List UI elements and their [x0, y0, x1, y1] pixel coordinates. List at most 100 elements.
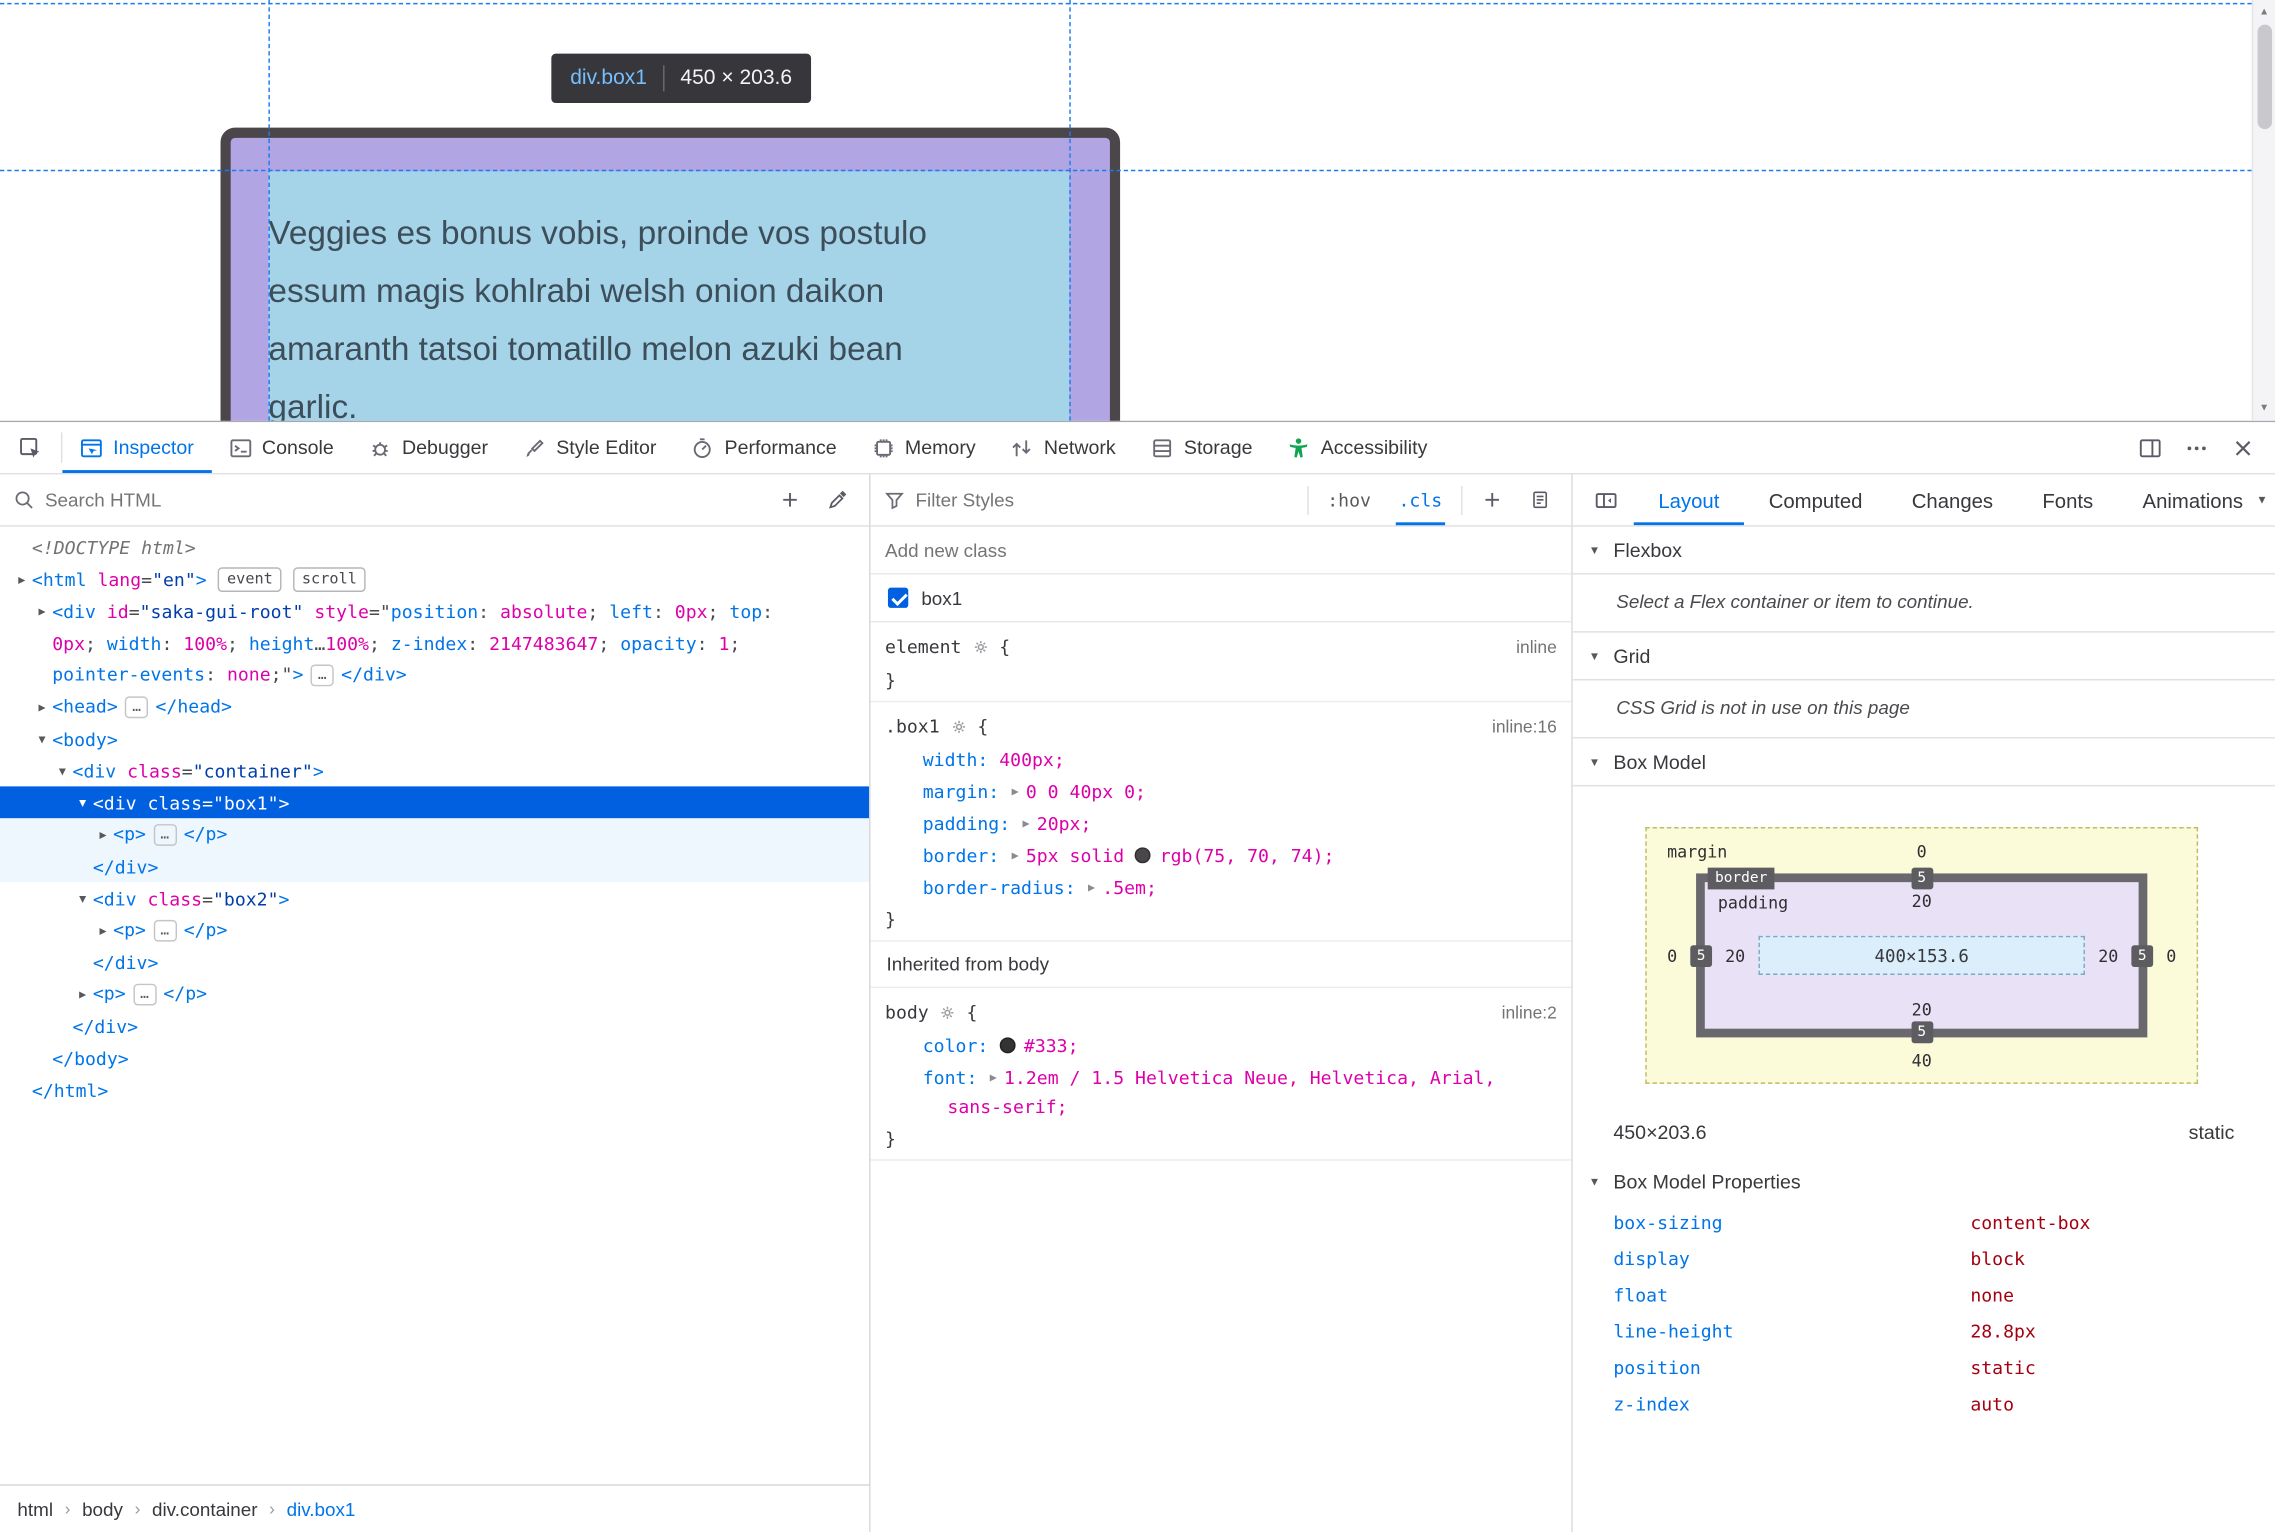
tab-debugger[interactable]: Debugger [351, 422, 505, 473]
markup-row[interactable]: </div> [0, 850, 870, 883]
color-swatch[interactable] [1135, 847, 1152, 864]
border-bottom-value[interactable]: 5 [1910, 1021, 1933, 1044]
sidebar-tab-layout[interactable]: Layout [1633, 474, 1745, 526]
meatball-menu-button[interactable] [2176, 427, 2217, 468]
markup-row[interactable]: ▶ <p>… </p> [0, 914, 869, 946]
tab-storage[interactable]: Storage [1133, 422, 1270, 473]
flexbox-section-header[interactable]: ▼ Flexbox [1572, 527, 2275, 575]
twisty-icon[interactable]: ▼ [52, 764, 72, 777]
search-html-input[interactable] [44, 488, 761, 511]
twisty-icon[interactable]: ▶ [12, 572, 32, 585]
tab-console[interactable]: Console [211, 422, 351, 473]
sidebar-tab-animations[interactable]: Animations [2118, 474, 2268, 525]
markup-row[interactable]: ▶ <p>… </p> [0, 818, 870, 851]
padding-left-value[interactable]: 20 [1725, 945, 1745, 965]
pick-element-button[interactable] [0, 422, 61, 473]
boxmodel-section-header[interactable]: ▼ Box Model [1572, 739, 2275, 787]
padding-bottom-value[interactable]: 20 [1912, 1000, 1932, 1020]
tab-overflow-chevron[interactable]: ▼ [2248, 474, 2275, 524]
css-declaration[interactable]: font: ▶ 1.2em / 1.5 Helvetica Neue, Helve… [871, 1062, 1572, 1123]
box-model-diagram[interactable]: margin 0 40 0 0 border 5 5 5 5 padding 2… [1645, 827, 2199, 1084]
tab-network[interactable]: Network [993, 422, 1133, 473]
markup-row[interactable]: ▶ <html lang="en"> event scroll [0, 563, 869, 595]
property-name[interactable]: float [1613, 1284, 1970, 1306]
add-node-button[interactable] [770, 481, 808, 519]
twisty-icon[interactable]: ▶ [93, 828, 113, 841]
markup-row[interactable]: </body> [0, 1042, 869, 1074]
badge-scroll[interactable]: scroll [293, 566, 366, 592]
markup-row[interactable]: ▶ <div id="saka-gui-root" style="position… [0, 595, 869, 627]
css-declaration[interactable]: width: 400px; [871, 744, 1572, 776]
markup-row[interactable]: ▶ <head>… </head> [0, 691, 869, 723]
border-top-value[interactable]: 5 [1910, 867, 1933, 890]
twisty-icon[interactable]: ▼ [1587, 755, 1602, 768]
scroll-up-icon[interactable]: ▲ [2253, 1, 2275, 23]
css-declaration[interactable]: border: ▶ 5px solid rgb(75, 70, 74); [871, 840, 1572, 872]
class-checkbox[interactable] [887, 587, 909, 608]
markup-row-selected[interactable]: ▼ <div class="box1"> [0, 786, 870, 819]
tab-memory[interactable]: Memory [854, 422, 993, 473]
property-name[interactable]: line-height [1613, 1320, 1970, 1342]
sidebar-tab-fonts[interactable]: Fonts [2018, 474, 2118, 525]
css-declaration[interactable]: padding: ▶ 20px; [871, 808, 1572, 840]
twisty-icon[interactable]: ▶ [93, 923, 113, 936]
twisty-icon[interactable]: ▼ [73, 796, 93, 809]
scroll-down-icon[interactable]: ▼ [2253, 398, 2275, 420]
tab-style-editor[interactable]: Style Editor [505, 422, 673, 473]
markup-row[interactable]: pointer-events: none;">… </div> [0, 659, 869, 691]
border-right-value[interactable]: 5 [2131, 944, 2154, 967]
pseudo-class-button[interactable]: :hov [1319, 474, 1380, 525]
border-left-value[interactable]: 5 [1690, 944, 1713, 967]
selector-highlighter-icon[interactable] [939, 1004, 956, 1021]
page-scrollbar[interactable]: ▲ ▼ [2251, 0, 2275, 421]
expand-arrow-icon[interactable]: ▶ [1012, 778, 1019, 807]
breadcrumb-item-div.container[interactable]: div.container [152, 1498, 258, 1520]
padding-right-value[interactable]: 20 [2098, 945, 2118, 965]
property-name[interactable]: position [1613, 1357, 1970, 1379]
markup-row[interactable]: ▼ <body> [0, 723, 869, 755]
margin-left-value[interactable]: 0 [1667, 945, 1677, 965]
twisty-icon[interactable]: ▼ [1587, 649, 1602, 662]
markup-row[interactable]: <!DOCTYPE html> [0, 531, 869, 563]
rule-source-link[interactable]: inline:16 [1492, 712, 1557, 741]
expand-arrow-icon[interactable]: ▶ [1023, 810, 1030, 839]
badge-event[interactable]: event [218, 566, 282, 592]
margin-right-value[interactable]: 0 [2166, 945, 2176, 965]
markup-row[interactable]: 0px; width: 100%; height…100%; z-index: … [0, 627, 869, 659]
css-declaration[interactable]: color: #333; [871, 1030, 1572, 1062]
property-name[interactable]: display [1613, 1248, 1970, 1270]
scrollbar-thumb[interactable] [2257, 24, 2273, 130]
margin-bottom-value[interactable]: 40 [1912, 1050, 1932, 1070]
padding-top-value[interactable]: 20 [1912, 891, 1932, 911]
markup-row[interactable]: ▼ <div class="container"> [0, 754, 869, 786]
selector-highlighter-icon[interactable] [972, 638, 989, 655]
selector-highlighter-icon[interactable] [950, 718, 967, 735]
boxmodel-properties-header[interactable]: ▼ Box Model Properties [1573, 1158, 2275, 1204]
markup-row[interactable]: </div> [0, 1010, 869, 1042]
expand-arrow-icon[interactable]: ▶ [990, 1064, 997, 1093]
page-viewport[interactable]: Veggies es bonus vobis, proinde vos post… [0, 0, 2275, 421]
breadcrumb-item-html[interactable]: html [17, 1498, 53, 1520]
margin-top-value[interactable]: 0 [1917, 842, 1927, 862]
content-box[interactable]: 400×153.6 [1758, 935, 2085, 976]
grid-section-header[interactable]: ▼ Grid [1572, 633, 2275, 681]
twisty-icon[interactable]: ▶ [73, 987, 93, 1000]
twisty-icon[interactable]: ▶ [32, 604, 52, 617]
twisty-icon[interactable]: ▼ [1587, 1174, 1602, 1187]
tab-accessibility[interactable]: Accessibility [1270, 422, 1445, 473]
twisty-icon[interactable]: ▶ [32, 700, 52, 713]
markup-row[interactable]: </div> [0, 946, 869, 978]
tab-inspector[interactable]: Inspector [62, 422, 211, 473]
markup-row[interactable]: </html> [0, 1074, 869, 1106]
twisty-icon[interactable]: ▼ [73, 892, 93, 905]
property-name[interactable]: z-index [1613, 1393, 1970, 1415]
rule-source-link[interactable]: inline:2 [1502, 998, 1557, 1027]
sidebar-tab-computed[interactable]: Computed [1744, 474, 1887, 525]
close-devtools-button[interactable] [2223, 427, 2264, 468]
filter-styles-input[interactable] [915, 488, 1297, 511]
add-rule-button[interactable] [1473, 481, 1511, 519]
markup-row[interactable]: ▼ <div class="box2"> [0, 882, 869, 914]
sidebar-toggle-button[interactable] [1584, 480, 1628, 521]
responsive-design-mode-button[interactable] [2130, 427, 2171, 468]
class-panel-button[interactable]: .cls [1390, 474, 1451, 526]
